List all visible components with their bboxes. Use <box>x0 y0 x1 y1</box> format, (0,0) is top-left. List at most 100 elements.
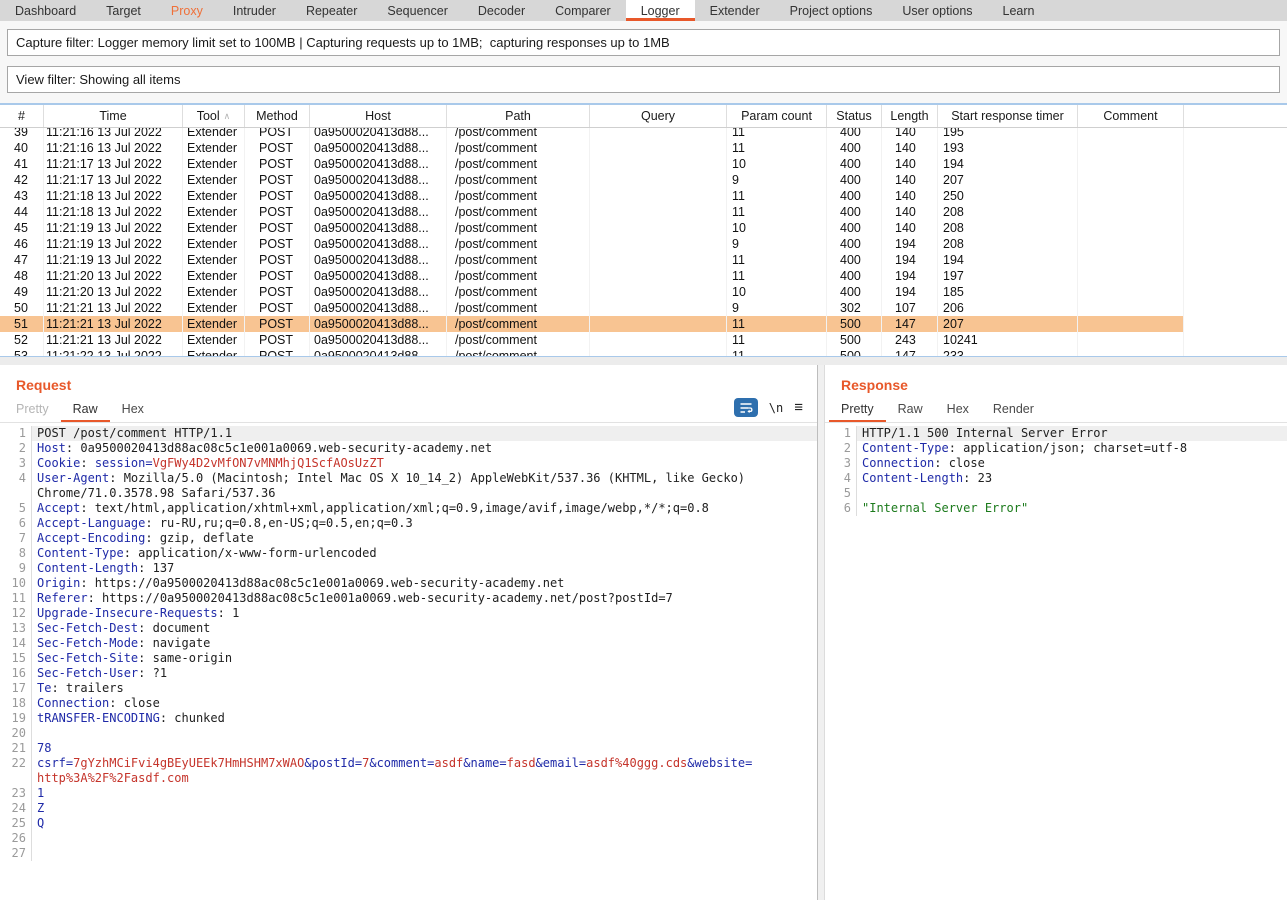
response-title: Response <box>841 377 1287 393</box>
cell-length: 147 <box>882 316 938 332</box>
cell-host: 0a9500020413d88... <box>310 172 447 188</box>
cell-query <box>590 236 727 252</box>
cell-method: POST <box>245 316 310 332</box>
cell-path: /post/comment <box>447 284 590 300</box>
code-line: 13Sec-Fetch-Dest: document <box>0 621 817 636</box>
cell-query <box>590 348 727 356</box>
nav-tab-logger[interactable]: Logger <box>626 0 695 21</box>
col-header-status[interactable]: Status <box>827 105 882 127</box>
log-row-45[interactable]: 4511:21:19 13 Jul 2022ExtenderPOST0a9500… <box>0 220 1287 236</box>
cell-timer: 207 <box>938 172 1078 188</box>
splitter-horizontal[interactable] <box>0 357 1287 365</box>
line-content <box>857 486 1287 501</box>
col-header-tool[interactable]: Tool∧ <box>183 105 245 127</box>
col-header-comment[interactable]: Comment <box>1078 105 1184 127</box>
response-tab-raw[interactable]: Raw <box>886 397 935 422</box>
nav-tab-dashboard[interactable]: Dashboard <box>0 0 91 21</box>
log-row-41[interactable]: 4111:21:17 13 Jul 2022ExtenderPOST0a9500… <box>0 156 1287 172</box>
cell-comment <box>1078 188 1184 204</box>
line-content: "Internal Server Error" <box>857 501 1287 516</box>
line-content: Z <box>32 801 817 816</box>
nav-tab-extender[interactable]: Extender <box>695 0 775 21</box>
cell-path: /post/comment <box>447 188 590 204</box>
col-header-path[interactable]: Path <box>447 105 590 127</box>
nav-tab-project-options[interactable]: Project options <box>775 0 888 21</box>
nav-tab-decoder[interactable]: Decoder <box>463 0 540 21</box>
cell-length: 140 <box>882 204 938 220</box>
col-header-host[interactable]: Host <box>310 105 447 127</box>
cell-filler <box>1184 236 1287 252</box>
log-row-39[interactable]: 3911:21:16 13 Jul 2022ExtenderPOST0a9500… <box>0 128 1287 140</box>
col-header-time[interactable]: Time <box>44 105 183 127</box>
cell-filler <box>1184 156 1287 172</box>
col-header-param-count[interactable]: Param count <box>727 105 827 127</box>
col-header--[interactable]: # <box>0 105 44 127</box>
splitter-vertical[interactable] <box>817 365 825 900</box>
log-row-53[interactable]: 5311:21:22 13 Jul 2022ExtenderPOST0a9500… <box>0 348 1287 356</box>
cell-timer: 250 <box>938 188 1078 204</box>
cell-comment <box>1078 172 1184 188</box>
nav-tab-intruder[interactable]: Intruder <box>218 0 291 21</box>
col-header-method[interactable]: Method <box>245 105 310 127</box>
cell-comment <box>1078 252 1184 268</box>
cell-method: POST <box>245 332 310 348</box>
nav-tab-sequencer[interactable]: Sequencer <box>372 0 462 21</box>
request-tab-pretty[interactable]: Pretty <box>4 397 61 422</box>
col-header-start-response-timer[interactable]: Start response timer <box>938 105 1078 127</box>
cell-query <box>590 220 727 236</box>
cell-param_count: 10 <box>727 220 827 236</box>
code-line: 1HTTP/1.1 500 Internal Server Error <box>825 426 1287 441</box>
nav-tab-user-options[interactable]: User options <box>887 0 987 21</box>
cell-query <box>590 300 727 316</box>
cell-comment <box>1078 204 1184 220</box>
request-tab-hex[interactable]: Hex <box>110 397 156 422</box>
log-row-42[interactable]: 4211:21:17 13 Jul 2022ExtenderPOST0a9500… <box>0 172 1287 188</box>
log-row-40[interactable]: 4011:21:16 13 Jul 2022ExtenderPOST0a9500… <box>0 140 1287 156</box>
cell-length: 140 <box>882 128 938 140</box>
log-row-52[interactable]: 5211:21:21 13 Jul 2022ExtenderPOST0a9500… <box>0 332 1287 348</box>
request-editor-icons: \n ≡ <box>734 398 803 422</box>
cell-tool: Extender <box>183 204 245 220</box>
cell-host: 0a9500020413d88... <box>310 204 447 220</box>
cell-filler <box>1184 204 1287 220</box>
word-wrap-toggle-icon[interactable] <box>734 398 758 417</box>
cell-num: 42 <box>0 172 44 188</box>
cell-status: 500 <box>827 348 882 356</box>
show-newlines-icon[interactable]: \n <box>769 401 783 415</box>
logger-table-body[interactable]: 3911:21:16 13 Jul 2022ExtenderPOST0a9500… <box>0 128 1287 356</box>
cell-host: 0a9500020413d88... <box>310 268 447 284</box>
cell-timer: 206 <box>938 300 1078 316</box>
line-content: Content-Length: 23 <box>857 471 1287 486</box>
response-editor[interactable]: 1HTTP/1.1 500 Internal Server Error2Cont… <box>825 423 1287 900</box>
nav-tab-comparer[interactable]: Comparer <box>540 0 626 21</box>
capture-filter-bar[interactable]: Capture filter: Logger memory limit set … <box>7 29 1280 56</box>
response-tab-hex[interactable]: Hex <box>935 397 981 422</box>
request-tab-raw[interactable]: Raw <box>61 397 110 422</box>
line-content: Host: 0a9500020413d88ac08c5c1e001a0069.w… <box>32 441 817 456</box>
log-row-51[interactable]: 5111:21:21 13 Jul 2022ExtenderPOST0a9500… <box>0 316 1287 332</box>
request-editor[interactable]: 1POST /post/comment HTTP/1.12Host: 0a950… <box>0 423 817 900</box>
log-row-43[interactable]: 4311:21:18 13 Jul 2022ExtenderPOST0a9500… <box>0 188 1287 204</box>
col-header-length[interactable]: Length <box>882 105 938 127</box>
log-row-48[interactable]: 4811:21:20 13 Jul 2022ExtenderPOST0a9500… <box>0 268 1287 284</box>
log-row-50[interactable]: 5011:21:21 13 Jul 2022ExtenderPOST0a9500… <box>0 300 1287 316</box>
cell-comment <box>1078 156 1184 172</box>
cell-tool: Extender <box>183 300 245 316</box>
log-row-46[interactable]: 4611:21:19 13 Jul 2022ExtenderPOST0a9500… <box>0 236 1287 252</box>
editor-menu-icon[interactable]: ≡ <box>794 400 803 415</box>
line-number: 22 <box>0 756 32 786</box>
nav-tab-repeater[interactable]: Repeater <box>291 0 372 21</box>
line-number: 5 <box>825 486 857 501</box>
nav-tab-proxy[interactable]: Proxy <box>156 0 218 21</box>
nav-tab-target[interactable]: Target <box>91 0 156 21</box>
response-tab-render[interactable]: Render <box>981 397 1046 422</box>
response-tab-pretty[interactable]: Pretty <box>829 397 886 422</box>
view-filter-bar[interactable]: View filter: Showing all items <box>7 66 1280 93</box>
log-row-44[interactable]: 4411:21:18 13 Jul 2022ExtenderPOST0a9500… <box>0 204 1287 220</box>
col-header-query[interactable]: Query <box>590 105 727 127</box>
cell-param_count: 11 <box>727 332 827 348</box>
log-row-47[interactable]: 4711:21:19 13 Jul 2022ExtenderPOST0a9500… <box>0 252 1287 268</box>
log-row-49[interactable]: 4911:21:20 13 Jul 2022ExtenderPOST0a9500… <box>0 284 1287 300</box>
cell-num: 52 <box>0 332 44 348</box>
nav-tab-learn[interactable]: Learn <box>988 0 1050 21</box>
